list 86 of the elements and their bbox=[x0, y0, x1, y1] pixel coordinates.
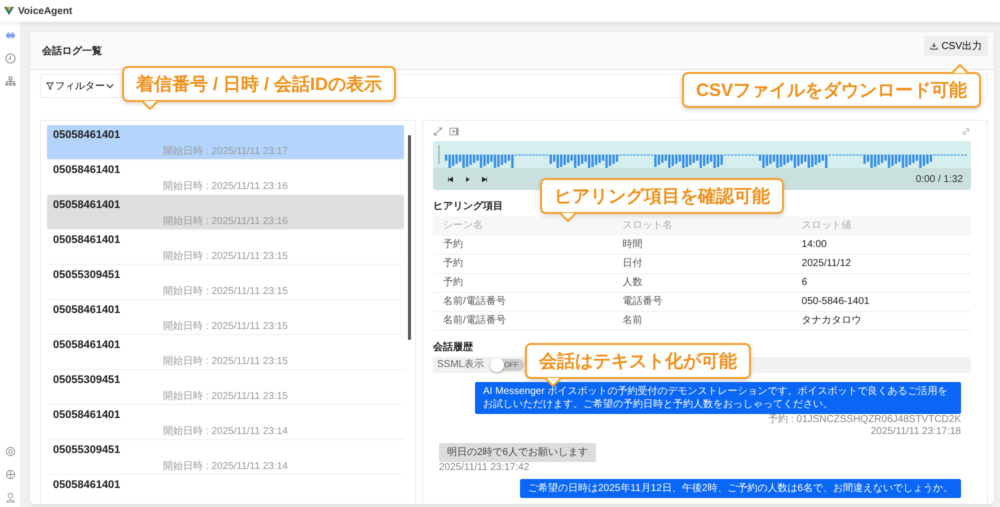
callout: 着信番号 / 日時 / 会話IDの表示 bbox=[122, 66, 396, 102]
waveform-icon[interactable] bbox=[4, 30, 16, 41]
user-icon[interactable] bbox=[4, 492, 16, 503]
message-bubble: AI Messenger ボイスボットの予約受付のデモンストレーションです。ボイスボットで良くあるご活用をお試しいただけます。ご希望の予約日時と予約人数をおっしゃってください。 bbox=[475, 382, 961, 414]
message-bubble: ご希望の日時は2025年11月12日、午後2時、ご予約の人数は6名で、お間違えないでしょうか。 bbox=[520, 479, 961, 498]
call-list-item[interactable]: 05058461401 開始日時 : 2025/11/11 23:15 bbox=[47, 300, 404, 335]
start-time: 開始日時 : 2025/11/11 23:17 bbox=[163, 144, 288, 158]
call-list-item[interactable]: 05058461401 開始日時 : 2025/11/11 23:14 bbox=[47, 405, 404, 440]
start-time: 開始日時 : 2025/11/11 23:15 bbox=[163, 320, 288, 333]
filter-icon bbox=[46, 82, 54, 90]
table-cell: 050-5846-1401 bbox=[792, 292, 971, 312]
callout: 会話はテキスト化が可能 bbox=[525, 343, 751, 379]
call-list-item[interactable]: 05055309451 開始日時 : 2025/11/11 23:15 bbox=[47, 265, 404, 300]
page-title: 会話ログ一覧 bbox=[42, 44, 103, 58]
table-cell: 2025/11/12 bbox=[792, 254, 971, 274]
section-title: 会話履歴 bbox=[433, 342, 473, 354]
call-list-item[interactable]: 05058461401 開始日時 : 2025/11/11 23:17 bbox=[47, 125, 404, 160]
table-cell: 予約 bbox=[433, 274, 612, 292]
download-icon bbox=[930, 42, 938, 50]
start-time: 開始日時 : 2025/11/11 23:16 bbox=[163, 180, 288, 193]
globe-icon[interactable] bbox=[4, 469, 16, 480]
call-list-item[interactable]: 05058461401 開始日時 : 2025/11/11 23:15 bbox=[47, 335, 404, 370]
phone-number: 05058461401 bbox=[53, 409, 122, 421]
playback-time: 0:00 / 1:32 bbox=[916, 174, 963, 184]
message-meta: 2025/11/11 23:17:18 bbox=[870, 426, 961, 438]
call-list-item[interactable]: 05058461401 開始日時 : 2025/11/11 23:15 bbox=[47, 230, 404, 265]
call-list-item[interactable]: 05058461401 bbox=[47, 475, 404, 504]
column-header: シーン名 bbox=[433, 216, 612, 236]
start-time: 開始日時 : 2025/11/11 23:16 bbox=[163, 214, 288, 228]
column-header: スロット値 bbox=[792, 216, 971, 236]
phone-number: 05055309451 bbox=[53, 444, 122, 456]
phone-number: 05058461401 bbox=[53, 129, 122, 141]
message-bubble: 明日の2時で6人でお願いします bbox=[439, 443, 596, 462]
play-icon[interactable] bbox=[464, 176, 471, 182]
link-icon[interactable] bbox=[961, 126, 971, 136]
callout-pointer bbox=[545, 377, 561, 387]
phone-number: 05058461401 bbox=[53, 234, 122, 246]
logo-icon bbox=[3, 6, 15, 16]
expand-icon[interactable] bbox=[433, 126, 443, 136]
table-cell: 電話番号 bbox=[612, 292, 792, 312]
message-meta: 予約 : 01JSNCZSSHQZR06J48STVTCD2K bbox=[768, 414, 961, 426]
phone-number: 05055309451 bbox=[53, 269, 122, 281]
hierarchy-icon[interactable] bbox=[4, 76, 16, 87]
start-time: 開始日時 : 2025/11/11 23:14 bbox=[163, 424, 288, 438]
skip-forward-icon[interactable] bbox=[481, 176, 488, 182]
app-name: VoiceAgent bbox=[18, 6, 72, 16]
call-list-item[interactable]: 05055309451 開始日時 : 2025/11/11 23:14 bbox=[47, 440, 404, 475]
chevron-down-icon bbox=[106, 82, 114, 90]
table-cell: 時間 bbox=[612, 236, 792, 254]
callout-pointer bbox=[560, 212, 576, 222]
callout: ヒアリング項目を確認可能 bbox=[540, 178, 784, 214]
phone-number: 05058461401 bbox=[53, 339, 122, 351]
call-list-item[interactable]: 05055309451 開始日時 : 2025/11/11 23:15 bbox=[47, 370, 404, 405]
start-time: 開始日時 : 2025/11/11 23:14 bbox=[163, 460, 288, 473]
table-cell: 名前/電話番号 bbox=[433, 312, 612, 330]
table-cell: 日付 bbox=[612, 254, 792, 274]
phone-number: 05058461401 bbox=[53, 199, 122, 211]
table-cell: 名前/電話番号 bbox=[433, 292, 612, 312]
panel-icon[interactable] bbox=[449, 126, 459, 136]
table-cell: 予約 bbox=[433, 254, 612, 274]
start-time: 開始日時 : 2025/11/11 23:15 bbox=[163, 390, 288, 403]
filter-button[interactable]: フィルター bbox=[45, 78, 115, 94]
call-list-item[interactable]: 05058461401 開始日時 : 2025/11/11 23:16 bbox=[47, 195, 404, 230]
phone-number: 05058461401 bbox=[53, 479, 122, 491]
clock-icon[interactable] bbox=[4, 53, 16, 64]
ssml-label: SSML表示 bbox=[437, 359, 484, 371]
table-cell: 14:00 bbox=[792, 236, 971, 254]
phone-number: 05058461401 bbox=[53, 304, 122, 316]
start-time: 開始日時 : 2025/11/11 23:15 bbox=[163, 250, 288, 263]
callout: CSVファイルをダウンロード可能 bbox=[682, 72, 982, 108]
csv-export-button[interactable]: CSV出力 bbox=[924, 36, 988, 56]
table-cell: タナカタロウ bbox=[792, 312, 971, 330]
table-cell: 6 bbox=[792, 274, 971, 292]
column-header: スロット名 bbox=[612, 216, 792, 236]
start-time: 開始日時 : 2025/11/11 23:15 bbox=[163, 354, 288, 368]
skip-back-icon[interactable] bbox=[447, 176, 454, 182]
message-meta: 2025/11/11 23:17:42 bbox=[439, 462, 530, 474]
table-cell: 人数 bbox=[612, 274, 792, 292]
table-cell: 名前 bbox=[612, 312, 792, 330]
callout-pointer bbox=[142, 100, 158, 110]
phone-number: 05058461401 bbox=[53, 164, 122, 176]
table-cell: 予約 bbox=[433, 236, 612, 254]
start-time: 開始日時 : 2025/11/11 23:15 bbox=[163, 284, 288, 298]
section-title: ヒアリング項目 bbox=[433, 201, 503, 213]
phone-number: 05055309451 bbox=[53, 374, 122, 386]
settings-icon[interactable] bbox=[4, 446, 16, 457]
